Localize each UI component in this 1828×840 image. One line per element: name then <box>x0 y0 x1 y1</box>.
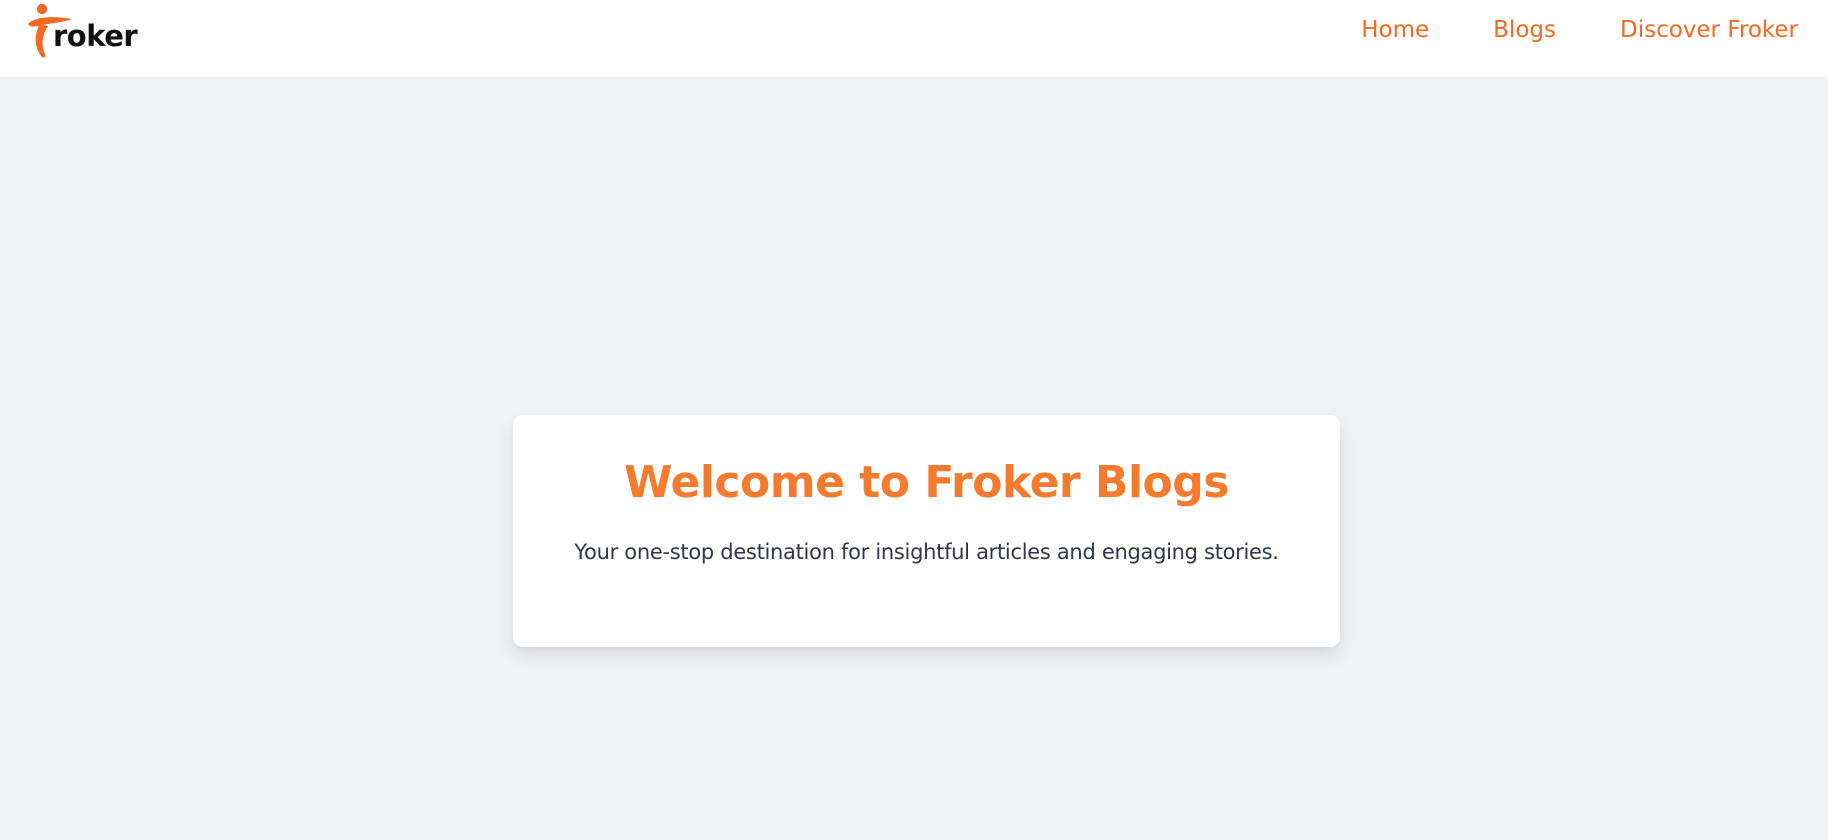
nav-link-discover-froker[interactable]: Discover Froker <box>1620 18 1798 42</box>
nav-link-home[interactable]: Home <box>1361 18 1429 42</box>
top-navigation-bar: roker Home Blogs Discover Froker <box>0 0 1828 77</box>
logo-wordmark: roker <box>53 19 138 53</box>
main-nav: Home Blogs Discover Froker <box>1361 0 1798 60</box>
hero-title: Welcome to Froker Blogs <box>624 457 1229 508</box>
nav-link-blogs[interactable]: Blogs <box>1493 18 1556 42</box>
hero-subtitle: Your one-stop destination for insightful… <box>574 540 1279 564</box>
welcome-card: Welcome to Froker Blogs Your one-stop de… <box>513 415 1340 647</box>
froker-logo-link[interactable]: roker <box>26 2 146 62</box>
